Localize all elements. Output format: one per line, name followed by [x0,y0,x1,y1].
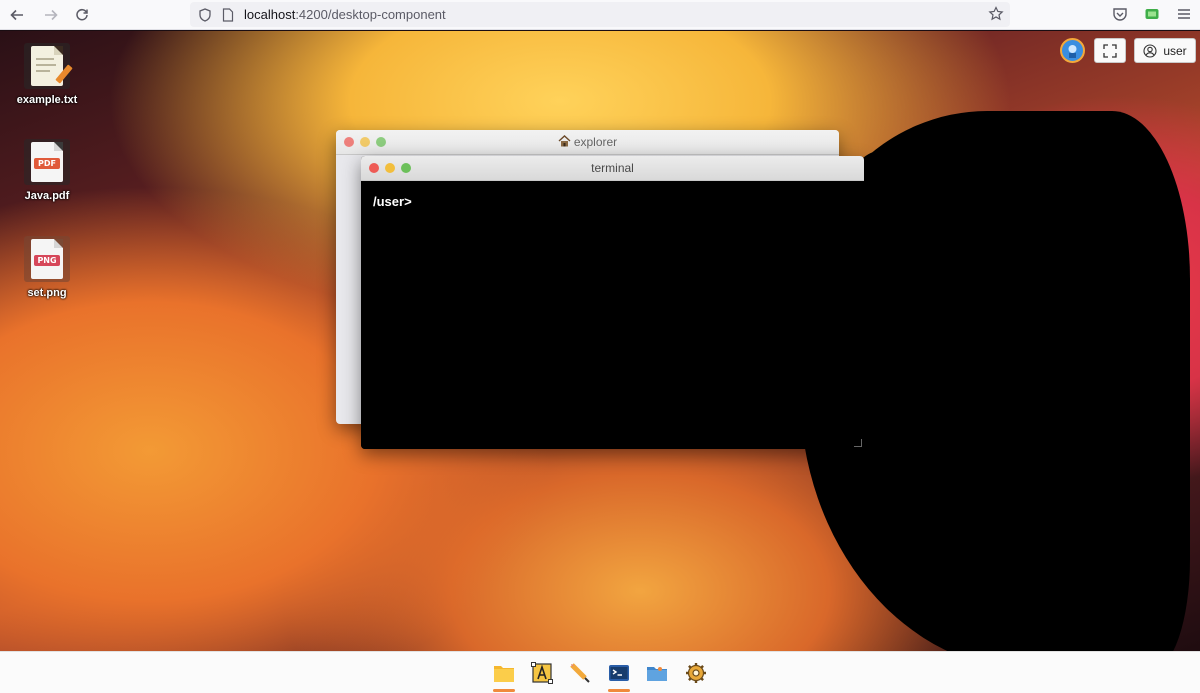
explorer-titlebar[interactable]: explorer [336,130,839,155]
fullscreen-button[interactable] [1094,38,1126,63]
text-file-icon [24,43,73,89]
resize-handle[interactable] [854,439,862,447]
url-host: localhost [244,7,296,22]
user-button[interactable]: user [1134,38,1196,63]
back-arrow-icon[interactable] [3,1,31,29]
user-circle-icon [1143,43,1157,58]
terminal-titlebar[interactable]: terminal [361,156,864,181]
bookmark-star-icon[interactable] [988,6,1004,22]
desktop-icon-java-pdf[interactable]: PDF Java.pdf [7,139,87,202]
terminal-window[interactable]: terminal /user> [361,156,864,449]
home-icon [558,135,571,147]
forward-arrow-icon[interactable] [37,1,65,29]
png-file-icon: PNG [24,236,70,282]
extension-icon[interactable] [1144,6,1160,22]
avatar-face-icon [1068,45,1077,58]
folder-app-icon[interactable] [645,661,669,685]
user-button-label: user [1163,43,1187,58]
explorer-title-text: explorer [573,135,618,149]
explorer-title: explorer [336,135,839,149]
pencil-app-icon[interactable] [568,661,592,685]
desktop-icon-set-png[interactable]: PNG set.png [7,236,87,299]
desktop-icon-label: set.png [27,287,67,299]
settings-gear-icon[interactable] [684,661,708,685]
menu-icon[interactable] [1176,6,1192,22]
terminal-app-icon[interactable] [607,661,631,692]
url-path: :4200/desktop-component [295,7,446,22]
pocket-icon[interactable] [1112,6,1128,22]
dock [0,651,1200,693]
terminal-title: terminal [591,161,634,175]
desktop-icon-label: example.txt [16,94,78,106]
desktop-icon-label: Java.pdf [24,190,70,202]
files-app-icon[interactable] [492,661,516,692]
font-app-icon[interactable] [530,661,554,685]
desktop-icon-example-txt[interactable]: example.txt [7,43,87,106]
avatar[interactable] [1060,38,1085,63]
terminal-output[interactable]: /user> [361,181,864,449]
shield-icon[interactable] [198,7,212,22]
pdf-badge: PDF [34,158,60,169]
browser-actions [1112,6,1192,22]
browser-toolbar: localhost:4200/desktop-component [0,0,1200,30]
page-icon[interactable] [222,7,234,22]
fullscreen-icon [1103,43,1117,58]
png-badge: PNG [34,255,60,266]
address-bar[interactable]: localhost:4200/desktop-component [190,2,1010,27]
terminal-prompt[interactable]: /user> [373,194,852,209]
reload-icon[interactable] [68,1,96,29]
active-indicator [493,689,515,692]
active-indicator [608,689,630,692]
url-text[interactable]: localhost:4200/desktop-component [244,7,446,22]
pdf-file-icon: PDF [24,139,70,185]
